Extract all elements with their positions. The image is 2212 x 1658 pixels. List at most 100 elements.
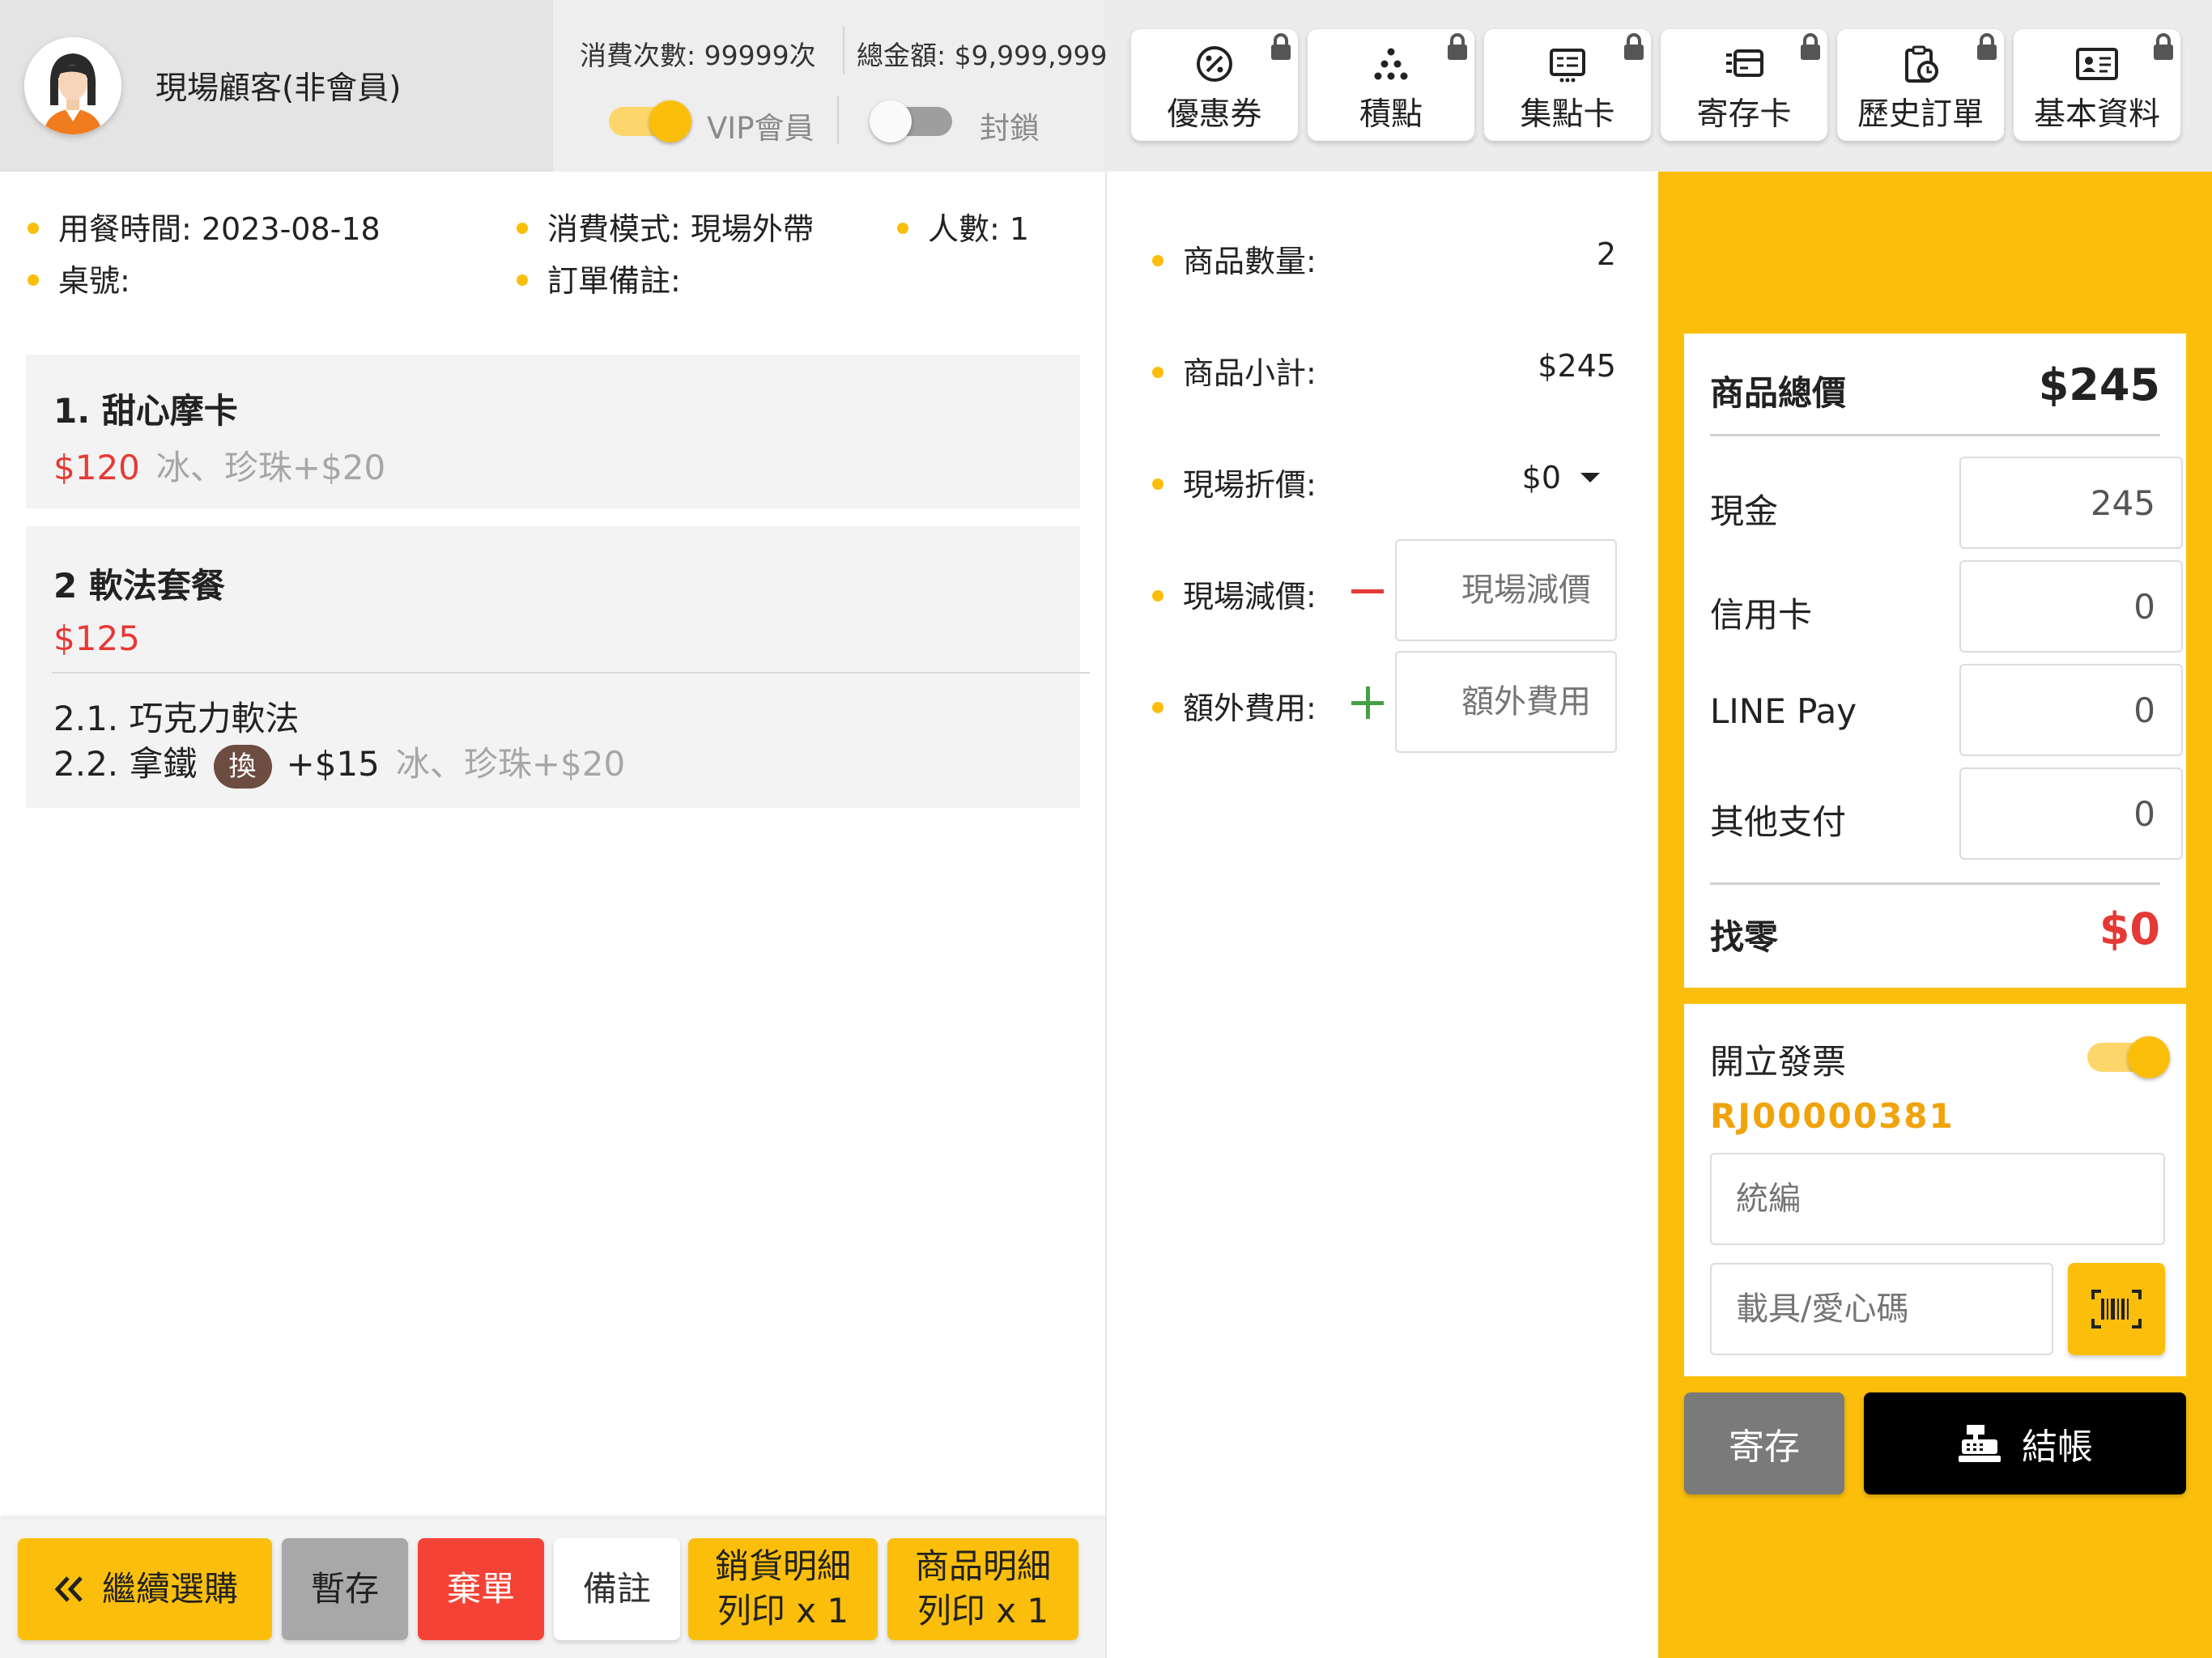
item-title: 1. 甜心摩卡 [53,391,238,431]
cash-input[interactable] [1959,457,2183,549]
invoice-toggle[interactable] [2087,1036,2170,1078]
lock-icon [1445,32,1470,65]
dining-time: 用餐時間: 2023-08-18 [28,204,381,249]
tax-id-input[interactable] [1710,1153,2165,1245]
dining-time-text: 用餐時間: 2023-08-18 [58,211,381,247]
extra-fee-input[interactable] [1395,651,1617,753]
bullet-icon [28,274,39,286]
lock-icon [1622,32,1646,65]
bullet-icon [1152,366,1163,378]
minus-icon [1351,589,1384,593]
subtotal-value: $245 [1538,348,1616,384]
order-item-list: 1. 甜心摩卡 $120 冰、珍珠+$20 2 軟法套餐 $125 2.1. 巧克… [0,329,1105,1519]
tab-label: 寄存卡 [1696,96,1792,133]
discount-value: $0 [1521,460,1561,495]
visit-count: 消費次數: 99999次 [580,40,816,71]
table-number[interactable]: 桌號: [28,256,130,300]
sub-item-options: 冰、珍珠+$20 [395,744,626,784]
bullet-icon [28,222,39,234]
other-payment-input[interactable] [1959,767,2183,860]
bullet-icon [1152,701,1163,713]
lock-icon [1269,32,1293,65]
order-note[interactable]: 訂單備註: [517,256,681,300]
other-payment-label: 其他支付 [1710,802,1847,842]
caret-down-icon [1580,473,1600,483]
discount-dropdown[interactable]: $0 [1522,460,1602,495]
avatar[interactable] [24,37,121,134]
sub-item-extra: +$15 [286,744,380,784]
divider [843,26,844,74]
double-chevron-left-icon [54,1576,83,1602]
cash-register-icon [1959,1425,2001,1462]
block-label: 封鎖 [980,111,1040,146]
quantity-label: 商品數量: [1152,236,1317,281]
checkout-button[interactable]: 結帳 [1864,1392,2186,1494]
bullet-icon [1152,478,1163,490]
subtotal-label: 商品小計: [1152,348,1317,393]
order-item[interactable]: 2 軟法套餐 $125 2.1. 巧克力軟法 2.2. 拿鐵換 +$15 冰、珍珠+… [26,526,1090,808]
divider [837,96,839,144]
swap-badge[interactable]: 換 [213,744,272,789]
invoice-label: 開立發票 [1710,1042,1847,1082]
tab-label: 積點 [1359,96,1423,133]
bullet-icon [1152,589,1163,602]
divider [1710,434,2160,436]
store-button[interactable]: 寄存 [1684,1392,1844,1494]
item-options: 冰、珍珠+$20 [155,448,386,487]
tab-stamp-card[interactable]: 集點卡 [1484,29,1651,141]
order-summary-panel: 商品數量: 2 商品小計: $245 現場折價: $0 現場減價: 額外費用: [1105,172,1658,1658]
customer-section: 現場顧客(非會員) [0,0,553,172]
credit-card-label: 信用卡 [1710,595,1813,635]
total-value: $245 [2038,359,2160,410]
tab-points[interactable]: 積點 [1308,29,1474,141]
carrier-code-input[interactable] [1710,1263,2053,1355]
order-info-bar: 用餐時間: 2023-08-18 消費模式: 現場外帶 人數: 1 桌號: 訂單… [0,172,1105,329]
note-button[interactable]: 備註 [554,1538,680,1640]
print-item-detail-button[interactable]: 商品明細 列印 x 1 [887,1538,1078,1640]
sub-item[interactable]: 2.2. 拿鐵換 +$15 冰、珍珠+$20 [53,737,625,789]
vip-toggle[interactable] [609,100,691,142]
tab-label: 優惠券 [1167,96,1262,133]
block-toggle[interactable] [870,100,952,142]
item-price-line: $120 冰、珍珠+$20 [53,440,385,490]
consumption-mode: 消費模式: 現場外帶 [517,204,814,249]
order-item[interactable]: 1. 甜心摩卡 $120 冰、珍珠+$20 [26,355,1080,508]
tab-coupons[interactable]: 優惠券 [1131,29,1298,141]
divider [1710,882,2160,885]
note-text: 訂單備註: [547,263,681,299]
reduction-label-text: 現場減價: [1183,579,1317,614]
tab-storage-card[interactable]: 寄存卡 [1661,29,1827,141]
tab-order-history[interactable]: 歷史訂單 [1837,29,2004,141]
change-label: 找零 [1710,917,1779,957]
lock-icon [1798,32,1823,65]
print-sales-line2: 列印 x 1 [717,1591,849,1630]
line-pay-input[interactable] [1959,664,2183,756]
credit-card-input[interactable] [1959,560,2183,653]
payment-panel: 商品總價 $245 現金 信用卡 LINE Pay 其他支付 找零 $0 開立發… [1658,172,2212,1658]
toggle-knob [870,100,912,142]
sub-item-label: 2.2. 拿鐵 [53,744,198,784]
header: 現場顧客(非會員) 消費次數: 99999次 總金額: $9,999,999 V… [0,0,2212,172]
bullet-icon [517,274,528,286]
item-price: $125 [53,619,140,658]
plus-icon [1351,687,1384,719]
tab-profile[interactable]: 基本資料 [2014,29,2180,141]
total-label: 商品總價 [1710,373,1847,413]
print-sales-line1: 銷貨明細 [714,1546,851,1587]
barcode-scan-button[interactable] [2068,1263,2165,1355]
continue-label: 繼續選購 [101,1568,238,1609]
change-value: $0 [2099,903,2160,954]
item-price: $120 [53,448,140,487]
customer-name: 現場顧客(非會員) [155,70,402,107]
bottom-action-bar: 繼續選購 暫存 棄單 備註 銷貨明細 列印 x 1 商品明細 列印 x 1 [0,1519,1105,1658]
vip-label: VIP會員 [707,111,815,146]
print-sales-detail-button[interactable]: 銷貨明細 列印 x 1 [688,1538,878,1640]
continue-shopping-button[interactable]: 繼續選購 [18,1538,272,1640]
table-text: 桌號: [58,263,130,299]
hold-button[interactable]: 暫存 [282,1538,408,1640]
total-spent: 總金額: $9,999,999 [857,40,1108,71]
quantity-value: 2 [1596,236,1616,272]
discard-button[interactable]: 棄單 [418,1538,544,1640]
tab-label: 基本資料 [2033,96,2160,133]
reduction-input[interactable] [1395,539,1617,641]
